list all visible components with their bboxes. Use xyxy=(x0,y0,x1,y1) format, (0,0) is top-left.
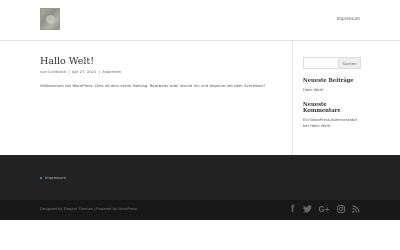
credits-powered-by: | Powered by xyxy=(93,207,118,211)
footer-menu: Impressum xyxy=(40,175,66,180)
credits-theme-link[interactable]: Elegant Themes xyxy=(64,207,93,211)
search-button[interactable]: Suchen xyxy=(338,57,361,69)
google-plus-icon[interactable]: G+ xyxy=(318,203,330,215)
social-icons: f G+ xyxy=(288,203,360,215)
footer-bottom-bar: Designed by Elegant Themes | Powered by … xyxy=(0,200,400,220)
instagram-icon[interactable] xyxy=(336,203,345,215)
post-title[interactable]: Hallo Welt! xyxy=(40,56,276,67)
sidebar-divider xyxy=(292,40,293,155)
meta-date: Apr 27, 2021 xyxy=(71,69,97,74)
post-body: Willkommen bei WordPress. Dies ist dein … xyxy=(40,83,265,88)
facebook-icon[interactable]: f xyxy=(288,203,297,215)
recent-post-link[interactable]: Hallo Welt! xyxy=(303,87,361,93)
recent-comments-title: Neueste Kommentare xyxy=(303,101,341,114)
search-form: Suchen xyxy=(303,57,361,69)
search-input[interactable] xyxy=(303,57,338,69)
recent-posts-title: Neueste Beiträge xyxy=(303,78,354,84)
footer-link-impressum[interactable]: Impressum xyxy=(45,175,66,180)
meta-author-link[interactable]: Lichtblick xyxy=(48,69,66,74)
rss-icon[interactable] xyxy=(351,203,360,215)
credits-designed-by: Designed by xyxy=(40,207,63,211)
footer-widgets: Impressum xyxy=(0,155,400,200)
nav-link-impressum[interactable]: Impressum xyxy=(337,16,360,21)
meta-separator: | xyxy=(68,69,70,74)
site-logo[interactable] xyxy=(40,8,60,30)
post-meta: von Lichtblick | Apr 27, 2021 | Allgemei… xyxy=(40,69,276,74)
post-content: Hallo Welt! von Lichtblick | Apr 27, 202… xyxy=(40,56,276,88)
bullet-icon xyxy=(40,176,42,179)
recent-comment-item[interactable]: Ein WordPress-Kommentator bei Hallo Welt… xyxy=(303,117,361,130)
footer-credits: Designed by Elegant Themes | Powered by … xyxy=(40,207,137,211)
meta-prefix: von xyxy=(40,69,47,74)
twitter-icon[interactable] xyxy=(303,203,312,215)
meta-separator: | xyxy=(98,69,101,74)
site-header: Impressum xyxy=(0,0,400,40)
logo-mark xyxy=(46,15,55,24)
credits-cms-link[interactable]: WordPress xyxy=(118,207,137,211)
sidebar: Suchen Neueste Beiträge Hallo Welt! Neue… xyxy=(303,57,361,130)
meta-category-link[interactable]: Allgemein xyxy=(102,69,121,74)
